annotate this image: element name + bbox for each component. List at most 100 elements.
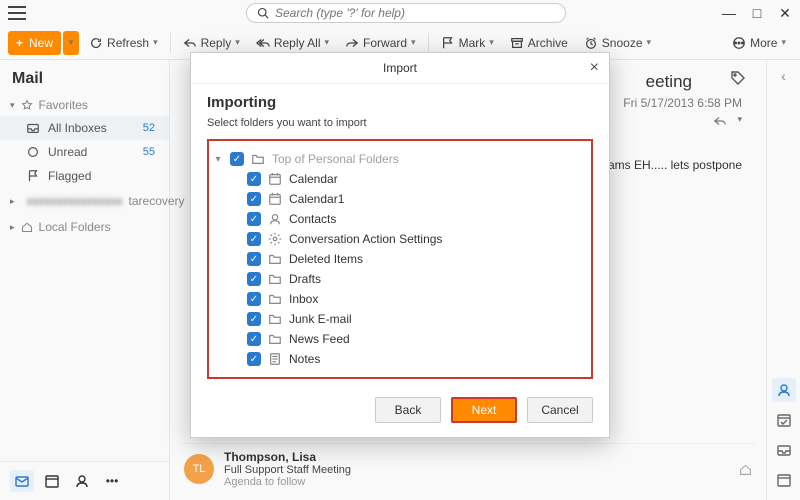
message-list-row[interactable]: TL Thompson, Lisa Full Support Staff Mee…	[180, 443, 756, 494]
refresh-label: Refresh	[107, 36, 149, 50]
tag-icon[interactable]	[730, 70, 746, 86]
tree-row[interactable]: ✓ Junk E-mail	[213, 309, 583, 329]
new-dropdown[interactable]: ▾	[63, 31, 79, 55]
local-folders-row[interactable]: ▸Local Folders	[0, 214, 169, 240]
sidebar-item-all-inboxes[interactable]: All Inboxes 52	[0, 116, 169, 140]
mark-button[interactable]: Mark▾	[435, 31, 500, 55]
calendar-view-button[interactable]	[40, 470, 64, 492]
checkbox[interactable]: ✓	[247, 232, 261, 246]
overflow-button[interactable]: •••	[100, 470, 124, 492]
favorites-header[interactable]: ▾Favorites	[0, 94, 169, 116]
tree-row-label: News Feed	[289, 332, 350, 346]
list-preview: Agenda to follow	[224, 476, 351, 488]
checkbox[interactable]: ✓	[247, 212, 261, 226]
menu-icon[interactable]	[8, 6, 26, 20]
tree-row-label: Calendar	[289, 172, 338, 186]
tree-row[interactable]: ✓Conversation Action Settings	[213, 229, 583, 249]
checkbox[interactable]: ✓	[247, 332, 261, 346]
tree-row[interactable]: ✓Calendar1	[213, 189, 583, 209]
message-date: Fri 5/17/2013 6:58 PM	[623, 96, 742, 110]
snooze-label: Snooze	[602, 36, 643, 50]
reply-caret[interactable]: ▾	[737, 114, 742, 128]
checkbox[interactable]: ✓	[247, 292, 261, 306]
reply-icon	[183, 36, 197, 50]
refresh-icon	[89, 36, 103, 50]
account-row[interactable]: ▸xxxxxxxxxxxxxxxxtarecovery	[0, 188, 169, 214]
account-blur: xxxxxxxxxxxxxxxx	[27, 194, 123, 208]
person-icon	[776, 382, 792, 398]
flag-icon	[441, 36, 455, 50]
folder-icon	[268, 312, 282, 326]
tree-row-label: Junk E-mail	[289, 312, 352, 326]
more-button[interactable]: More▾	[726, 31, 792, 55]
minimize-button[interactable]: —	[722, 6, 736, 20]
import-dialog: Import × Importing Select folders you wa…	[190, 52, 610, 438]
back-button[interactable]: Back	[375, 397, 441, 423]
inbox-icon	[776, 442, 792, 458]
search-icon	[257, 7, 269, 19]
nav-count: 52	[143, 122, 159, 134]
dialog-titlebar: Import ×	[191, 53, 609, 84]
tree-row[interactable]: ✓Inbox	[213, 289, 583, 309]
tree-row[interactable]: ✓ News Feed	[213, 329, 583, 349]
tree-row[interactable]: ✓ Calendar	[213, 169, 583, 189]
snooze-button[interactable]: Snooze▾	[578, 31, 657, 55]
tree-row-label: Notes	[289, 352, 320, 366]
new-button[interactable]: +New	[8, 31, 61, 55]
avatar: TL	[184, 454, 214, 484]
refresh-button[interactable]: Refresh▾	[83, 31, 164, 55]
cancel-button[interactable]: Cancel	[527, 397, 593, 423]
tree-row[interactable]: ✓Deleted Items	[213, 249, 583, 269]
reply-icon[interactable]	[713, 114, 727, 128]
rail-calendar-button[interactable]	[772, 468, 796, 492]
forward-label: Forward	[363, 36, 407, 50]
dialog-close-button[interactable]: ×	[590, 59, 599, 77]
rail-contact-button[interactable]	[772, 378, 796, 402]
reply-all-button[interactable]: Reply All▾	[250, 31, 335, 55]
search-input[interactable]	[275, 6, 555, 20]
collapse-rail-button[interactable]: ‹	[781, 68, 786, 84]
new-label: New	[29, 36, 53, 50]
checkbox[interactable]: ✓	[230, 152, 244, 166]
nav-label: Unread	[48, 145, 87, 159]
rail-inbox-button[interactable]	[772, 438, 796, 462]
more-label: More	[750, 36, 777, 50]
tree-root-row[interactable]: ▾ ✓ Top of Personal Folders	[213, 149, 583, 169]
people-view-button[interactable]	[70, 470, 94, 492]
tree-row[interactable]: ✓Drafts	[213, 269, 583, 289]
list-subject: Full Support Staff Meeting	[224, 464, 351, 476]
rail-calendar-check-button[interactable]	[772, 408, 796, 432]
checkbox[interactable]: ✓	[247, 192, 261, 206]
tree-row[interactable]: ✓Contacts	[213, 209, 583, 229]
checkbox[interactable]: ✓	[247, 352, 261, 366]
sidebar-item-unread[interactable]: Unread 55	[0, 140, 169, 164]
reply-button[interactable]: Reply▾	[177, 31, 246, 55]
note-icon	[268, 352, 282, 366]
checkbox[interactable]: ✓	[247, 312, 261, 326]
nav-label: All Inboxes	[48, 121, 107, 135]
mail-view-button[interactable]	[10, 470, 34, 492]
forward-button[interactable]: Forward▾	[339, 31, 422, 55]
calendar-icon	[44, 473, 60, 489]
archive-button[interactable]: Archive	[504, 31, 574, 55]
dialog-subtext: Select folders you want to import	[207, 117, 593, 129]
tree-row[interactable]: ✓ Notes	[213, 349, 583, 369]
close-button[interactable]: ✕	[778, 6, 792, 20]
sidebar: Mail ▾Favorites All Inboxes52 Unread55 F…	[0, 60, 170, 500]
calendar-icon	[268, 172, 282, 186]
dialog-title: Import	[383, 61, 417, 75]
checkbox[interactable]: ✓	[247, 272, 261, 286]
archive-label: Archive	[528, 36, 568, 50]
sidebar-item-flagged[interactable]: Flagged	[0, 164, 169, 188]
home-icon	[21, 221, 33, 233]
maximize-button[interactable]: □	[750, 6, 764, 20]
expand-toggle[interactable]: ▾	[213, 154, 223, 165]
next-button[interactable]: Next	[451, 397, 517, 423]
person-icon	[74, 473, 90, 489]
divider	[170, 33, 171, 53]
nav-count: 55	[143, 146, 159, 158]
checkbox[interactable]: ✓	[247, 172, 261, 186]
search-box[interactable]	[246, 3, 566, 23]
checkbox[interactable]: ✓	[247, 252, 261, 266]
mail-icon	[14, 473, 30, 489]
